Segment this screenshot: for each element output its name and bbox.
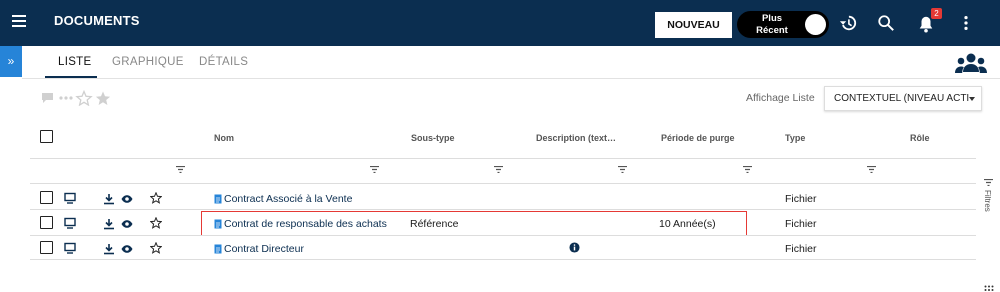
row-checkbox[interactable] <box>40 216 53 229</box>
download-icon[interactable] <box>103 218 115 230</box>
filter-icon[interactable] <box>743 166 752 173</box>
column-header-role[interactable]: Rôle <box>910 133 930 143</box>
row-divider <box>30 259 976 260</box>
row-checkbox[interactable] <box>40 241 53 254</box>
type-cell: Fichier <box>785 193 817 205</box>
info-icon[interactable] <box>569 242 580 253</box>
filter-icon[interactable] <box>867 166 876 173</box>
top-bar: DOCUMENTS NOUVEAU Plus Récent 2 <box>0 0 1000 46</box>
filter-icon[interactable] <box>618 166 627 173</box>
toggle-knob <box>805 14 826 35</box>
column-header-purge-period[interactable]: Période de purge <box>661 133 735 143</box>
filters-label: Filtres <box>983 190 992 212</box>
eye-icon[interactable] <box>121 218 133 230</box>
page-title: DOCUMENTS <box>54 13 140 28</box>
header-divider <box>30 158 976 159</box>
expand-panel-button[interactable]: » <box>0 46 22 77</box>
tab-graphique[interactable]: GRAPHIQUE <box>112 56 184 68</box>
row-divider <box>30 209 976 210</box>
highlighted-row-outline <box>201 211 747 236</box>
column-header-description[interactable]: Description (text… <box>536 133 616 143</box>
column-header-name[interactable]: Nom <box>214 133 234 143</box>
eye-icon[interactable] <box>121 243 133 255</box>
filter-icon <box>984 179 993 186</box>
history-icon[interactable] <box>839 14 857 32</box>
filter-icon[interactable] <box>176 166 185 173</box>
tabs-divider <box>22 78 1000 79</box>
chevron-down-icon <box>969 97 975 101</box>
comment-icon <box>42 93 53 103</box>
eye-icon[interactable] <box>121 193 133 205</box>
type-cell: Fichier <box>785 243 817 255</box>
new-button[interactable]: NOUVEAU <box>655 12 732 38</box>
star-outline-icon[interactable] <box>150 192 162 204</box>
filter-icon[interactable] <box>370 166 379 173</box>
view-mode-label: Affichage Liste <box>746 92 815 104</box>
monitor-icon[interactable] <box>64 192 76 204</box>
column-header-type[interactable]: Type <box>785 133 805 143</box>
filter-icon[interactable] <box>494 166 503 173</box>
download-icon[interactable] <box>103 193 115 205</box>
grid-dots-icon[interactable] <box>984 285 994 291</box>
document-icon <box>214 194 222 204</box>
download-icon[interactable] <box>103 243 115 255</box>
toggle-label: Plus Récent <box>756 13 788 36</box>
document-name-link[interactable]: Contract Associé à la Vente <box>224 193 352 205</box>
document-name-link[interactable]: Contrat Directeur <box>224 243 304 255</box>
star-outline-icon[interactable] <box>150 242 162 254</box>
hamburger-menu-icon[interactable] <box>12 15 26 27</box>
notification-badge: 2 <box>931 8 942 19</box>
search-icon[interactable] <box>877 14 895 32</box>
view-mode-select[interactable]: CONTEXTUEL (NIVEAU ACTI <box>824 86 982 111</box>
filter-row-divider <box>30 183 976 184</box>
filters-side-tab[interactable]: Filtres <box>983 176 995 224</box>
monitor-icon[interactable] <box>64 217 76 229</box>
select-all-checkbox[interactable] <box>40 130 53 143</box>
type-cell: Fichier <box>785 218 817 230</box>
tab-details[interactable]: DÉTAILS <box>199 56 248 68</box>
more-vertical-icon[interactable] <box>957 14 975 32</box>
row-checkbox[interactable] <box>40 191 53 204</box>
monitor-icon[interactable] <box>64 242 76 254</box>
row-divider <box>30 235 976 236</box>
star-outline-icon[interactable] <box>150 217 162 229</box>
quick-actions-icons <box>42 90 111 106</box>
document-icon <box>214 244 222 254</box>
team-icon[interactable] <box>954 52 988 76</box>
column-header-subtype[interactable]: Sous-type <box>411 133 455 143</box>
most-recent-toggle[interactable]: Plus Récent <box>737 11 829 38</box>
tab-liste[interactable]: LISTE <box>58 56 91 68</box>
